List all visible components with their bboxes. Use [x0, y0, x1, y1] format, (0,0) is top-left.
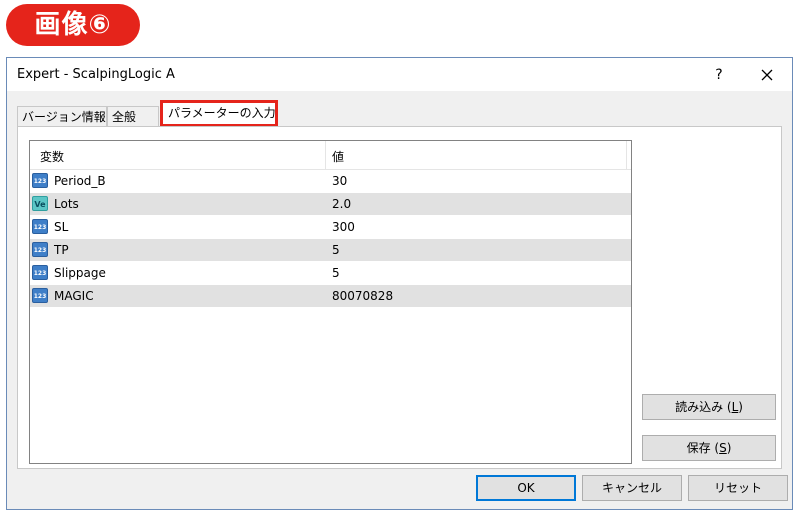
parameter-table: 変数 値 123 Period_B 30 Ve Lots 2.0 123 SL … — [29, 140, 632, 464]
tab-general[interactable]: 全般 — [107, 106, 159, 126]
close-icon — [761, 69, 773, 81]
parameter-value[interactable]: 2.0 — [332, 197, 351, 211]
window-title: Expert - ScalpingLogic A — [17, 67, 175, 82]
tab-panel: 変数 値 123 Period_B 30 Ve Lots 2.0 123 SL … — [17, 126, 782, 469]
load-button[interactable]: 読み込み (L) — [642, 394, 776, 420]
table-row[interactable]: 123 MAGIC 80070828 — [30, 285, 631, 308]
save-button-suffix: ) — [726, 441, 732, 455]
column-separator[interactable] — [626, 141, 627, 169]
table-body: 123 Period_B 30 Ve Lots 2.0 123 SL 300 1… — [30, 170, 631, 308]
integer-type-icon: 123 — [32, 288, 48, 303]
parameter-name: Period_B — [54, 174, 106, 188]
parameter-name: Slippage — [54, 266, 106, 280]
parameter-value[interactable]: 300 — [332, 220, 355, 234]
ok-button[interactable]: OK — [476, 475, 576, 501]
parameter-value[interactable]: 80070828 — [332, 289, 393, 303]
save-button[interactable]: 保存 (S) — [642, 435, 776, 461]
integer-type-icon: 123 — [32, 219, 48, 234]
save-button-label: 保存 ( — [686, 441, 720, 455]
integer-type-icon: 123 — [32, 242, 48, 257]
image-number-badge: 画像⑥ — [6, 4, 140, 46]
title-bar: Expert - ScalpingLogic A ? — [7, 58, 792, 91]
tab-version-info[interactable]: バージョン情報 — [17, 106, 107, 126]
parameter-name: SL — [54, 220, 69, 234]
table-row[interactable]: 123 Period_B 30 — [30, 170, 631, 193]
double-type-icon: Ve — [32, 196, 48, 211]
parameter-name: MAGIC — [54, 289, 94, 303]
expert-dialog: Expert - ScalpingLogic A ? バージョン情報 全般 パラ… — [6, 57, 793, 510]
column-header-variable[interactable]: 変数 — [40, 148, 64, 165]
integer-type-icon: 123 — [32, 173, 48, 188]
table-row[interactable]: Ve Lots 2.0 — [30, 193, 631, 216]
screenshot-stage: 画像⑥ Expert - ScalpingLogic A ? バージョン情報 全… — [0, 0, 800, 519]
parameter-name: Lots — [54, 197, 79, 211]
parameter-value[interactable]: 30 — [332, 174, 347, 188]
help-button[interactable]: ? — [707, 64, 731, 86]
table-header: 変数 値 — [30, 141, 631, 170]
parameter-value[interactable]: 5 — [332, 243, 340, 257]
load-button-suffix: ) — [738, 400, 743, 414]
tab-parameter-input[interactable]: パラメーターの入力 — [160, 100, 278, 127]
close-button[interactable] — [755, 64, 779, 86]
parameter-value[interactable]: 5 — [332, 266, 340, 280]
cancel-button[interactable]: キャンセル — [582, 475, 682, 501]
save-shortcut-key: S — [719, 441, 727, 455]
table-row[interactable]: 123 SL 300 — [30, 216, 631, 239]
parameter-name: TP — [54, 243, 69, 257]
reset-button[interactable]: リセット — [688, 475, 788, 501]
integer-type-icon: 123 — [32, 265, 48, 280]
column-separator[interactable] — [325, 141, 326, 169]
table-row[interactable]: 123 Slippage 5 — [30, 262, 631, 285]
load-button-label: 読み込み ( — [675, 400, 732, 414]
column-header-value[interactable]: 値 — [332, 148, 344, 165]
table-row[interactable]: 123 TP 5 — [30, 239, 631, 262]
